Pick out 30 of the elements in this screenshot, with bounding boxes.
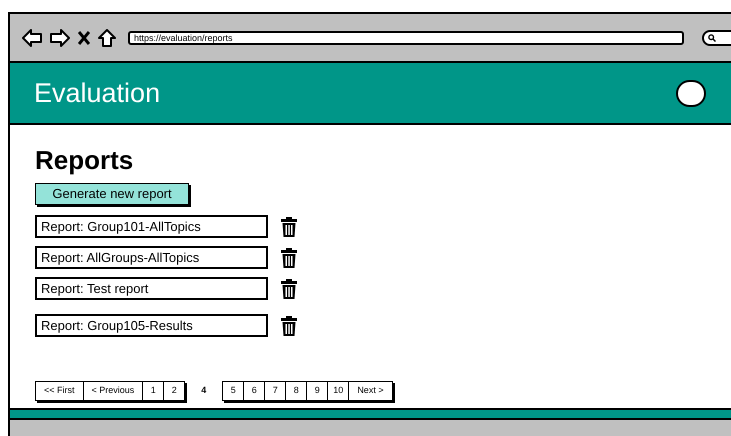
trash-icon[interactable] (281, 278, 297, 298)
page-title: Reports (35, 145, 134, 175)
page-button[interactable]: 5 (222, 381, 244, 401)
search-icon[interactable] (708, 34, 716, 42)
page-button[interactable]: 7 (264, 381, 286, 401)
report-item[interactable]: Report: AllGroups-AllTopics (35, 246, 268, 269)
back-icon[interactable] (22, 28, 42, 46)
report-item[interactable]: Report: Group105-Results (35, 314, 268, 337)
home-icon[interactable] (98, 28, 116, 46)
report-item[interactable]: Report: Group101-AllTopics (35, 215, 268, 238)
close-icon[interactable] (78, 30, 90, 44)
app-title: Evaluation (34, 76, 160, 110)
forward-icon[interactable] (50, 28, 70, 46)
page-button[interactable]: 8 (285, 381, 308, 401)
page-button[interactable]: 1 (142, 381, 164, 401)
page-button[interactable]: 9 (306, 381, 328, 401)
page-button[interactable]: << First (35, 381, 84, 401)
page-button[interactable]: 10 (327, 381, 350, 401)
trash-icon[interactable] (281, 248, 297, 268)
report-item[interactable]: Report: Test report (35, 277, 268, 300)
page-button[interactable]: Next > (348, 381, 393, 401)
page-button[interactable]: 6 (243, 381, 266, 401)
page-button[interactable]: 2 (163, 381, 186, 401)
trash-icon[interactable] (281, 316, 297, 336)
current-page: 4 (200, 384, 208, 398)
generate-report-button[interactable]: Generate new report (35, 183, 189, 205)
page-button[interactable]: < Previous (82, 381, 144, 401)
trash-icon[interactable] (281, 216, 297, 236)
address-field[interactable]: https://evaluation/reports (128, 30, 684, 44)
avatar[interactable] (676, 80, 706, 106)
